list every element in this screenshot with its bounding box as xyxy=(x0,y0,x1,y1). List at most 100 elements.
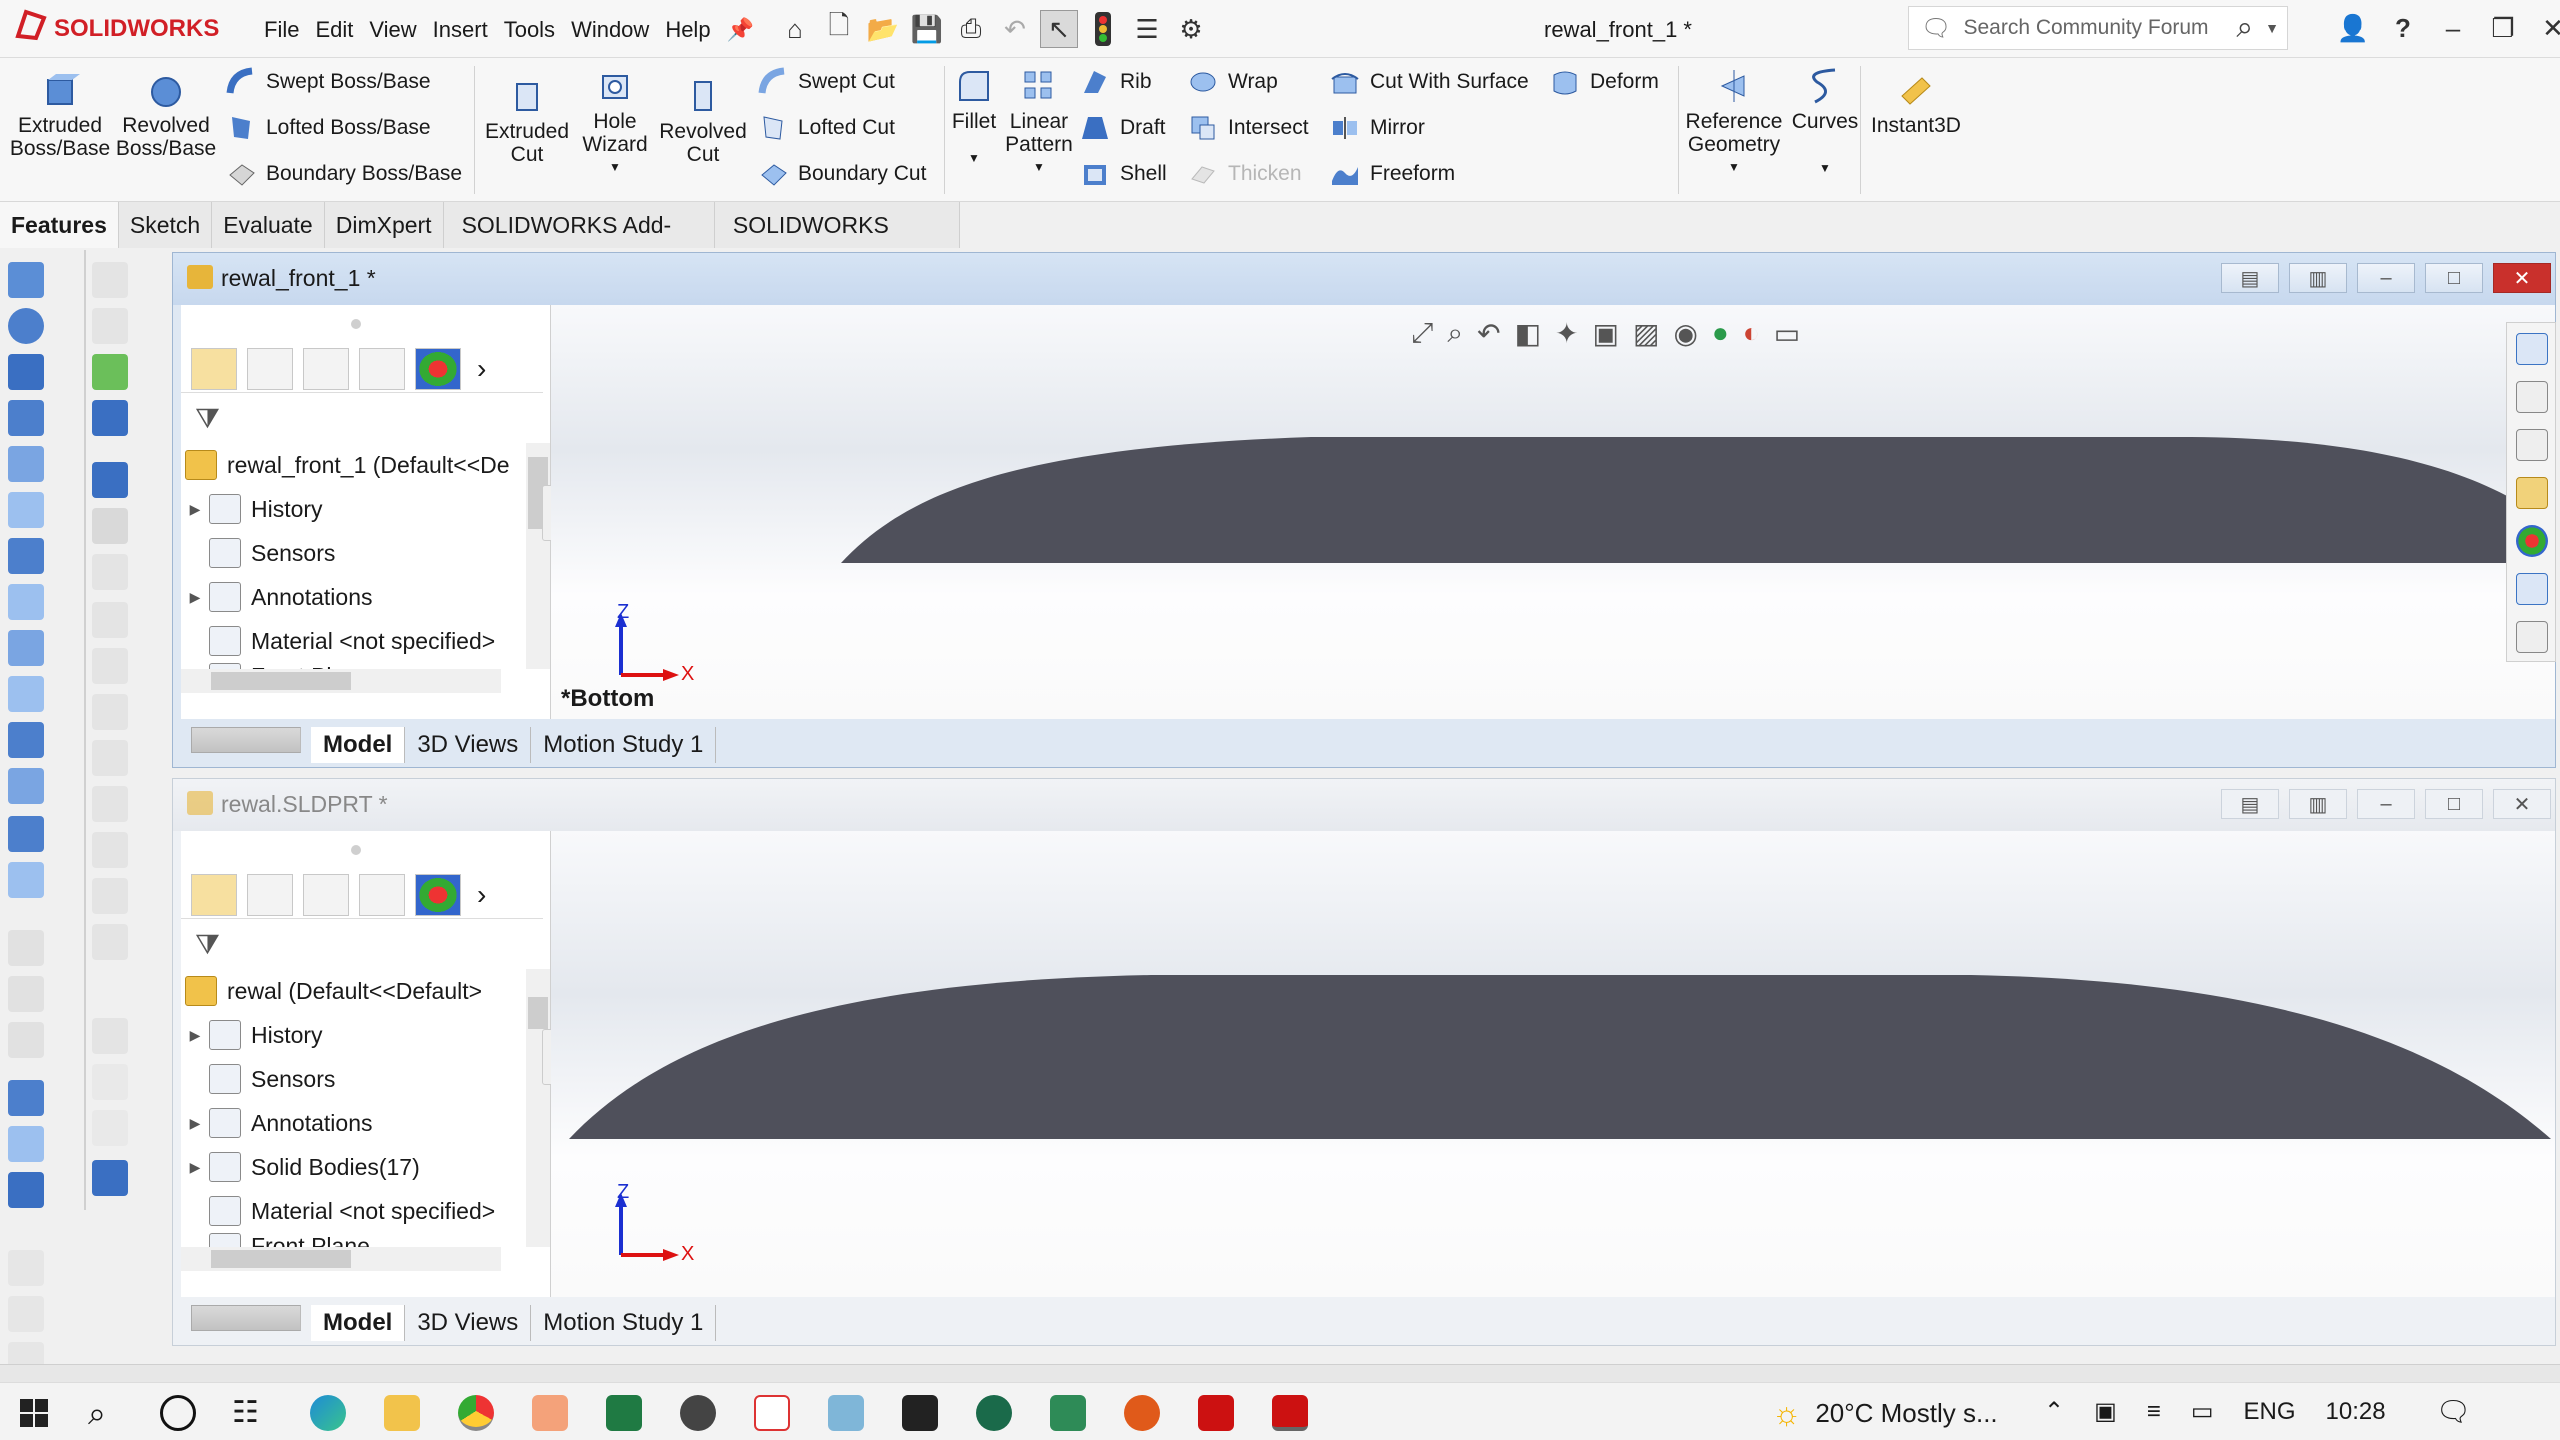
tree-item-annotations[interactable]: ▶ Annotations xyxy=(181,575,527,619)
note-text-icon[interactable] xyxy=(92,462,128,498)
home-icon[interactable]: ⌂ xyxy=(776,10,814,48)
spell-check-icon[interactable] xyxy=(92,354,128,390)
vertical-scrollbar[interactable] xyxy=(526,443,550,669)
menu-window[interactable]: Window xyxy=(563,14,657,46)
horizontal-scrollbar[interactable] xyxy=(181,669,501,693)
chevron-up-icon[interactable]: ⌃ xyxy=(2044,1397,2064,1426)
search-icon[interactable]: ⌕ xyxy=(2236,11,2253,45)
tab-dimxpert[interactable]: DimXpert xyxy=(324,202,444,248)
design-library-icon[interactable] xyxy=(2516,381,2548,413)
save-icon[interactable]: 💾 xyxy=(908,10,946,48)
lofted-boss-button[interactable]: Lofted Boss/Base xyxy=(226,108,431,148)
expand-arrow-icon[interactable]: ▶ xyxy=(181,1159,209,1176)
inkscape-icon[interactable] xyxy=(680,1395,716,1431)
app-icon[interactable] xyxy=(976,1395,1012,1431)
expand-arrow-icon[interactable]: ▶ xyxy=(181,1027,209,1044)
mirror-button[interactable]: Mirror xyxy=(1330,108,1425,148)
block-icon[interactable] xyxy=(92,1018,128,1054)
tree-item-history[interactable]: ▶ History xyxy=(181,1013,527,1057)
tree-root[interactable]: rewal (Default<<Default> xyxy=(181,969,527,1013)
feature-manager-tab-icon[interactable] xyxy=(191,873,237,916)
expand-arrow-icon[interactable]: ▶ xyxy=(181,589,209,606)
tile-left-icon[interactable]: ▤ xyxy=(2221,789,2279,819)
draft-button[interactable]: Draft xyxy=(1080,108,1166,148)
tab-scroll-arrows-icon[interactable] xyxy=(191,726,311,764)
notifications-icon[interactable]: 🗨 xyxy=(2436,1395,2472,1428)
filter-icon[interactable]: ⧩ xyxy=(195,403,220,436)
file-explorer-icon[interactable] xyxy=(2516,429,2548,461)
display-icon[interactable]: ▭ xyxy=(2191,1397,2214,1426)
chevron-down-icon[interactable]: ▼ xyxy=(1033,156,1045,179)
search-input[interactable]: Search Community Forum xyxy=(1963,16,2208,40)
excel-icon[interactable] xyxy=(606,1395,642,1431)
minimize-icon[interactable]: – xyxy=(2430,6,2476,50)
task-view-icon[interactable]: ☷ xyxy=(232,1395,268,1431)
panel-grip-icon[interactable] xyxy=(351,845,361,855)
tab-3d-views[interactable]: 3D Views xyxy=(405,1305,532,1341)
draft-icon[interactable] xyxy=(8,538,44,574)
panel-grip-icon[interactable] xyxy=(351,319,361,329)
hole-wizard-button[interactable]: Hole Wizard ▼ xyxy=(570,66,660,179)
menu-view[interactable]: View xyxy=(361,14,424,46)
file-properties-icon[interactable]: ☰ xyxy=(1128,10,1166,48)
revolved-cut-button[interactable]: Revolved Cut xyxy=(658,76,748,166)
format-painter-icon[interactable] xyxy=(92,400,128,436)
property-manager-tab-icon[interactable] xyxy=(247,347,293,390)
hatch-icon[interactable] xyxy=(92,924,128,960)
tree-item-solid-bodies[interactable]: ▶ Solid Bodies(17) xyxy=(181,1145,527,1189)
curves-button[interactable]: Curves ▼ xyxy=(1790,66,1860,180)
dimxpert-manager-tab-icon[interactable] xyxy=(359,873,405,916)
print-icon[interactable]: ⎙ xyxy=(952,10,990,48)
hole-callout-icon[interactable] xyxy=(92,740,128,776)
linear-note-pattern-icon[interactable] xyxy=(92,508,128,544)
tab-sketch[interactable]: Sketch xyxy=(118,202,213,248)
wrap-button[interactable]: Wrap xyxy=(1188,62,1278,102)
tree-item-material[interactable]: Material <not specified> xyxy=(181,1189,527,1233)
close-icon[interactable]: ✕ xyxy=(2493,789,2551,819)
cortana-icon[interactable] xyxy=(160,1395,196,1431)
point-icon[interactable] xyxy=(8,1126,44,1162)
surface-finish-icon[interactable] xyxy=(92,648,128,684)
revolved-boss-icon[interactable] xyxy=(8,308,44,344)
graphics-viewport-2[interactable]: Z X xyxy=(551,831,2555,1297)
mirror-icon[interactable] xyxy=(8,768,44,804)
close-icon[interactable]: ✕ xyxy=(2493,263,2551,293)
tree-item-material[interactable]: Material <not specified> xyxy=(181,619,527,663)
linear-pattern-button[interactable]: Linear Pattern ▼ xyxy=(1004,66,1074,179)
app-icon[interactable] xyxy=(828,1395,864,1431)
options-gear-icon[interactable]: ⚙ xyxy=(1172,10,1210,48)
intersect-icon[interactable] xyxy=(8,676,44,712)
minimize-icon[interactable]: – xyxy=(2357,789,2415,819)
tile-right-icon[interactable]: ▥ xyxy=(2289,789,2347,819)
tab-evaluate[interactable]: Evaluate xyxy=(212,202,325,248)
user-account-icon[interactable]: 👤 xyxy=(2330,6,2376,50)
solidworks-logo[interactable]: SOLIDWORKS xyxy=(14,9,219,48)
instant3d-button[interactable]: Instant3D xyxy=(1866,70,1966,137)
feature-manager-tab-icon[interactable] xyxy=(191,347,237,390)
tab-model[interactable]: Model xyxy=(311,727,406,763)
chevron-right-icon[interactable]: › xyxy=(477,353,486,385)
maximize-icon[interactable]: □ xyxy=(2425,263,2483,293)
view-palette-icon[interactable] xyxy=(2516,477,2548,509)
tab-model[interactable]: Model xyxy=(311,1305,406,1341)
weld-symbol-icon[interactable] xyxy=(92,694,128,730)
extruded-boss-icon[interactable] xyxy=(8,262,44,298)
configuration-manager-tab-icon[interactable] xyxy=(303,347,349,390)
maximize-icon[interactable]: □ xyxy=(2425,789,2483,819)
note-icon[interactable] xyxy=(92,308,128,344)
lofted-boss-icon[interactable] xyxy=(8,400,44,436)
graphics-viewport-1[interactable]: ⤢ ⌕ ↶ ◧ ✦ ▣ ▨ ◉ ● ◐ ▭ Z X *Bottom xyxy=(551,305,2555,719)
search-community-box[interactable]: 🗨 Search Community Forum ⌕ ▼ xyxy=(1908,6,2288,50)
menu-file[interactable]: File xyxy=(256,14,307,46)
undo-icon[interactable]: ↶ xyxy=(996,10,1034,48)
property-manager-tab-icon[interactable] xyxy=(247,873,293,916)
chrome-icon[interactable] xyxy=(458,1395,494,1431)
curves-icon[interactable] xyxy=(8,1172,44,1208)
solidworks-taskbar-icon[interactable] xyxy=(1272,1395,1308,1431)
wifi-icon[interactable]: ≡ xyxy=(2147,1398,2161,1426)
display-manager-tab-icon[interactable] xyxy=(415,347,461,390)
select-pointer-icon[interactable]: ↖ xyxy=(1040,10,1078,48)
pdf-reader-icon[interactable] xyxy=(754,1395,790,1431)
file-explorer-icon[interactable] xyxy=(384,1395,420,1431)
expand-arrow-icon[interactable]: ▶ xyxy=(181,501,209,518)
